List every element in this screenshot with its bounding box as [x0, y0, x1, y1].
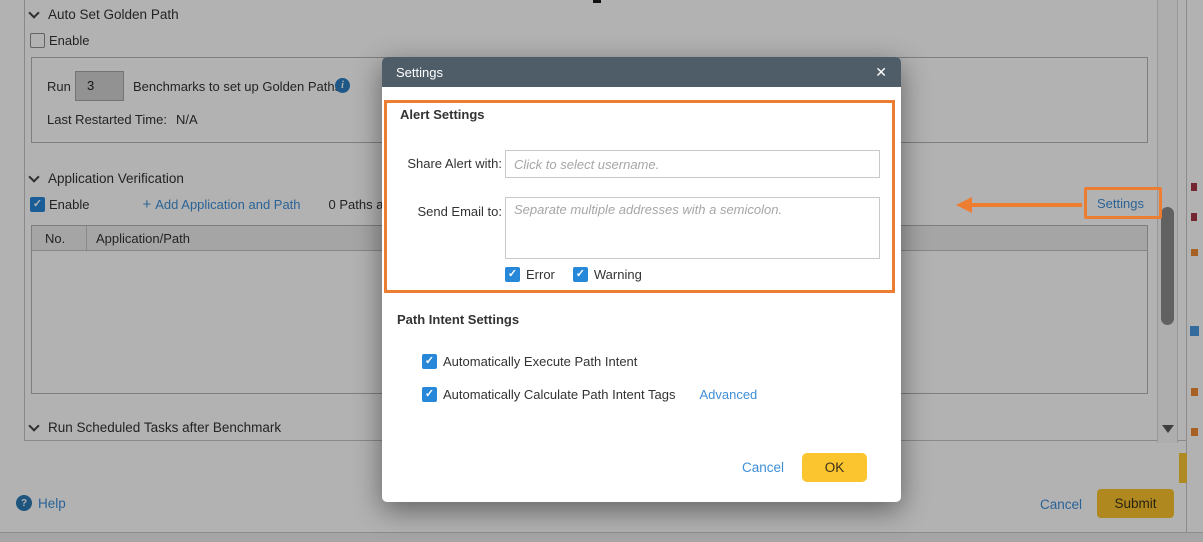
auto-execute-label: Automatically Execute Path Intent [443, 354, 637, 369]
checkbox-checked-icon [573, 267, 588, 282]
error-checkbox[interactable]: Error [505, 267, 555, 282]
dialog-title: Settings [396, 65, 443, 80]
send-email-textarea[interactable] [505, 197, 880, 259]
error-label: Error [526, 267, 555, 282]
screen: Auto Set Golden Path Enable Run 3 Benchm… [0, 0, 1203, 542]
settings-highlight-box [1084, 187, 1162, 219]
send-email-label: Send Email to: [390, 204, 502, 219]
dialog-cancel-button[interactable]: Cancel [742, 460, 784, 475]
checkbox-checked-icon [422, 387, 437, 402]
auto-calculate-label: Automatically Calculate Path Intent Tags [443, 387, 675, 402]
path-intent-heading: Path Intent Settings [397, 312, 519, 327]
annotation-arrow-icon [956, 197, 1082, 213]
auto-execute-path-intent-checkbox[interactable]: Automatically Execute Path Intent [422, 354, 637, 369]
warning-label: Warning [594, 267, 642, 282]
close-icon[interactable]: ✕ [875, 65, 887, 79]
alert-settings-heading: Alert Settings [400, 107, 485, 122]
checkbox-checked-icon [505, 267, 520, 282]
warning-checkbox[interactable]: Warning [573, 267, 642, 282]
checkbox-checked-icon [422, 354, 437, 369]
share-alert-input[interactable] [505, 150, 880, 178]
auto-calculate-tags-checkbox[interactable]: Automatically Calculate Path Intent Tags [422, 387, 675, 402]
advanced-link[interactable]: Advanced [699, 387, 757, 402]
ok-button[interactable]: OK [802, 453, 867, 482]
share-alert-label: Share Alert with: [390, 156, 502, 171]
dialog-header: Settings ✕ [382, 57, 901, 87]
settings-dialog: Settings ✕ Alert Settings Share Alert wi… [382, 57, 901, 502]
